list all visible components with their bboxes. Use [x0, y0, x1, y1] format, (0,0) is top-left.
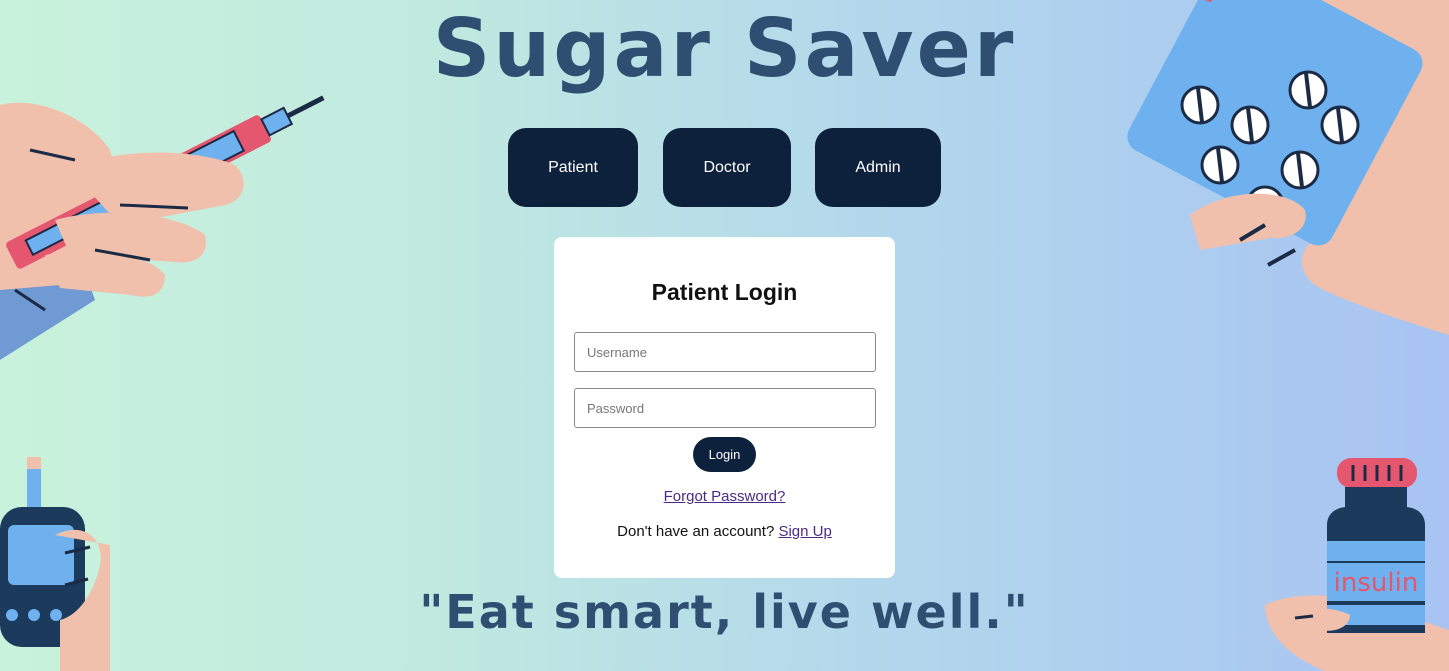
- login-card: Patient Login Login Forgot Password? Don…: [554, 237, 895, 578]
- signup-row: Don't have an account? Sign Up: [554, 523, 895, 540]
- forgot-password-link[interactable]: Forgot Password?: [554, 488, 895, 505]
- tagline: "Eat smart, live well.": [419, 585, 1030, 639]
- login-button[interactable]: Login: [693, 437, 756, 472]
- signup-link[interactable]: Sign Up: [778, 523, 831, 540]
- insulin-bottle-icon: insulin: [1265, 458, 1449, 671]
- admin-role-button[interactable]: Admin: [815, 128, 941, 207]
- bottle-label: insulin: [1334, 568, 1419, 598]
- password-input[interactable]: [574, 388, 876, 428]
- username-input[interactable]: [574, 332, 876, 372]
- pill-pack-icon: [1127, 0, 1449, 335]
- doctor-role-button[interactable]: Doctor: [663, 128, 791, 207]
- login-heading: Patient Login: [651, 279, 798, 305]
- signup-prompt: Don't have an account?: [617, 523, 775, 540]
- insulin-pen-icon: [0, 95, 325, 360]
- patient-role-button[interactable]: Patient: [508, 128, 638, 207]
- glucose-meter-icon: [0, 457, 110, 671]
